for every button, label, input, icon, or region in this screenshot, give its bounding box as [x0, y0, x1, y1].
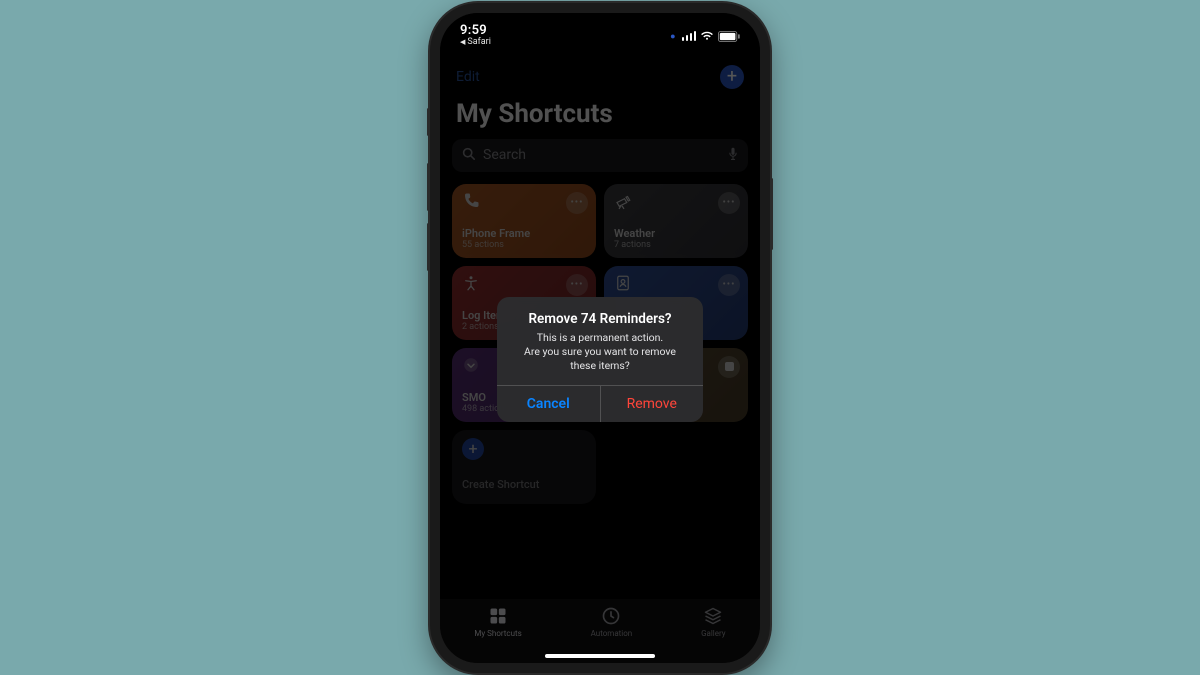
cancel-button[interactable]: Cancel	[497, 386, 601, 422]
add-shortcut-button[interactable]: +	[720, 65, 744, 89]
mic-icon[interactable]	[728, 146, 738, 165]
tab-label: Gallery	[701, 629, 726, 638]
home-indicator[interactable]	[545, 654, 655, 658]
confirm-dialog: Remove 74 Reminders? This is a permanent…	[497, 297, 703, 423]
side-button	[770, 178, 773, 250]
search-input[interactable]: Search	[452, 139, 748, 172]
more-icon[interactable]: •••	[566, 274, 588, 296]
chevron-down-icon	[462, 356, 482, 376]
more-icon[interactable]: •••	[566, 192, 588, 214]
search-icon	[462, 147, 475, 164]
tab-automation[interactable]: Automation	[591, 605, 633, 638]
tile-title: Create Shortcut	[462, 478, 586, 491]
screen: 9:59 Safari ● Edit + My Shortcuts	[440, 13, 760, 663]
tile-title: iPhone Frame	[462, 227, 586, 240]
stack-icon	[702, 605, 724, 627]
more-icon[interactable]: •••	[718, 274, 740, 296]
tile-subtitle: 55 actions	[462, 240, 586, 250]
notch	[525, 13, 675, 37]
status-time: 9:59	[460, 23, 487, 38]
create-shortcut-tile[interactable]: + Create Shortcut	[452, 430, 596, 504]
search-placeholder: Search	[483, 147, 720, 163]
side-button	[427, 108, 430, 136]
remove-button[interactable]: Remove	[601, 386, 704, 422]
tile-title: Weather	[614, 227, 738, 240]
tab-my-shortcuts[interactable]: My Shortcuts	[474, 605, 521, 638]
cellular-signal-icon	[682, 31, 697, 41]
shortcut-tile[interactable]: ••• iPhone Frame 55 actions	[452, 184, 596, 258]
battery-icon	[718, 31, 740, 42]
badge-icon	[614, 274, 634, 294]
back-to-app[interactable]: Safari	[460, 37, 491, 47]
edit-button[interactable]: Edit	[456, 69, 480, 85]
dialog-title: Remove 74 Reminders?	[511, 311, 689, 327]
plus-icon: +	[462, 438, 484, 460]
tab-gallery[interactable]: Gallery	[701, 605, 726, 638]
side-button	[427, 223, 430, 271]
wifi-icon	[700, 31, 714, 41]
tab-label: My Shortcuts	[474, 629, 521, 638]
grid-icon	[487, 605, 509, 627]
more-icon[interactable]: •••	[718, 192, 740, 214]
clock-icon	[600, 605, 622, 627]
dialog-message: This is a permanent action.Are you sure …	[511, 331, 689, 374]
tab-label: Automation	[591, 629, 633, 638]
phone-frame: 9:59 Safari ● Edit + My Shortcuts	[430, 3, 770, 673]
accessibility-icon	[462, 274, 482, 294]
recording-indicator-icon: ●	[670, 31, 675, 42]
shortcut-tile[interactable]: ••• Weather 7 actions	[604, 184, 748, 258]
phone-icon	[462, 192, 482, 212]
page-title: My Shortcuts	[452, 95, 748, 139]
side-button	[427, 163, 430, 211]
telescope-icon	[614, 192, 634, 212]
tile-subtitle: 7 actions	[614, 240, 738, 250]
stop-icon[interactable]	[718, 356, 740, 378]
